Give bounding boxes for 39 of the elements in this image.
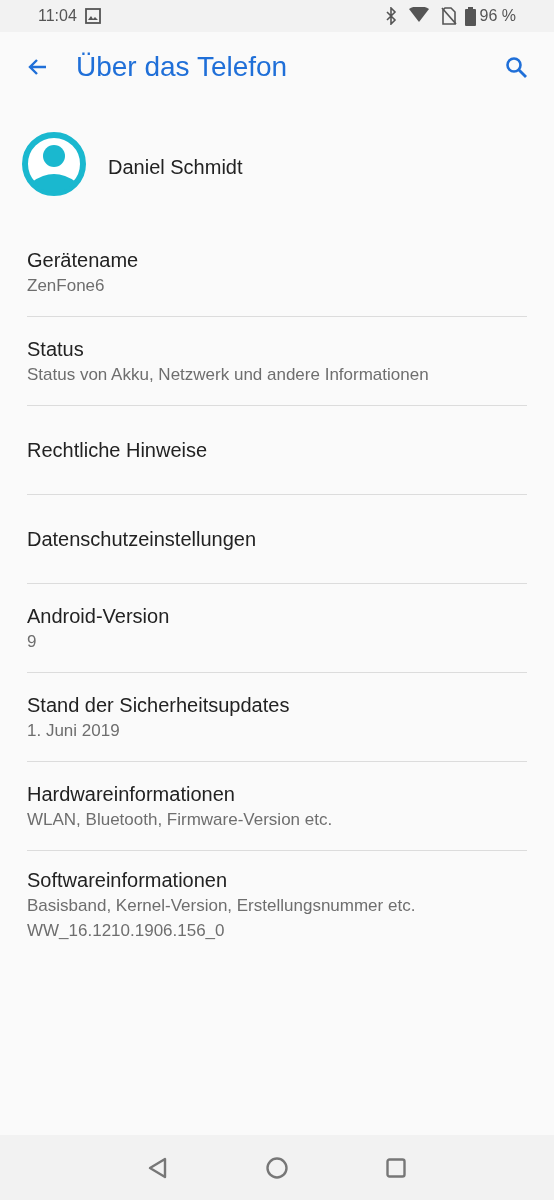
item-subtitle: WLAN, Bluetooth, Firmware-Version etc. [27,808,334,831]
item-subtitle: 9 [27,630,38,653]
home-nav-button[interactable] [266,1156,288,1179]
triangle-icon [148,1156,168,1179]
item-title: Hardwareinformationen [27,781,236,806]
item-title: Status [27,336,85,361]
settings-item[interactable]: Softwareinformationen Basisband, Kernel-Version, Erstellungsnummer etc. WW_16.1210.1906.156_0 [27,851,527,952]
page-title: Über das Telefon [76,50,288,84]
item-subtitle: ZenFone6 [27,274,106,297]
square-icon [386,1157,406,1178]
item-title: Softwareinformationen [27,868,229,892]
settings-item[interactable]: Stand der Sicherheitsupdates 1. Juni 2019 [27,673,527,762]
back-nav-button[interactable] [148,1156,168,1179]
item-subtitle: Basisband, Kernel-Version, Erstellungsnummer etc. [27,895,417,917]
settings-item[interactable]: Android-Version 9 [27,584,527,673]
status-time: 11:04 [38,6,77,26]
no-sim-icon [440,7,457,25]
settings-item[interactable]: Datenschutzeinstellungen [27,495,527,584]
image-icon [84,8,101,24]
search-icon [504,55,528,79]
item-title: Datenschutzeinstellungen [27,527,258,551]
item-subtitle: 1. Juni 2019 [27,719,121,742]
profile-name: Daniel Schmidt [108,155,243,180]
item-title: Stand der Sicherheitsupdates [27,692,291,717]
item-subtitle: Status von Akku, Netzwerk und andere Informationen [27,363,430,386]
item-title: Android-Version [27,603,171,628]
bluetooth-icon [384,7,397,25]
avatar-icon [22,132,86,196]
settings-item[interactable]: Rechtliche Hinweise [27,406,527,495]
settings-item[interactable]: Hardwareinformationen WLAN, Bluetooth, Firmware-Version etc. [27,762,527,851]
recents-nav-button[interactable] [386,1157,406,1178]
item-subtitle: WW_16.1210.1906.156_0 [27,920,226,942]
settings-item[interactable]: Status Status von Akku, Netzwerk und andere Informationen [27,317,527,406]
item-title: Gerätename [27,247,140,272]
item-title: Rechtliche Hinweise [27,438,209,462]
battery-icon [464,6,476,26]
settings-item[interactable]: Gerätename ZenFone6 [27,228,527,317]
circle-icon [266,1156,288,1179]
battery-percent: 96 % [479,6,516,26]
